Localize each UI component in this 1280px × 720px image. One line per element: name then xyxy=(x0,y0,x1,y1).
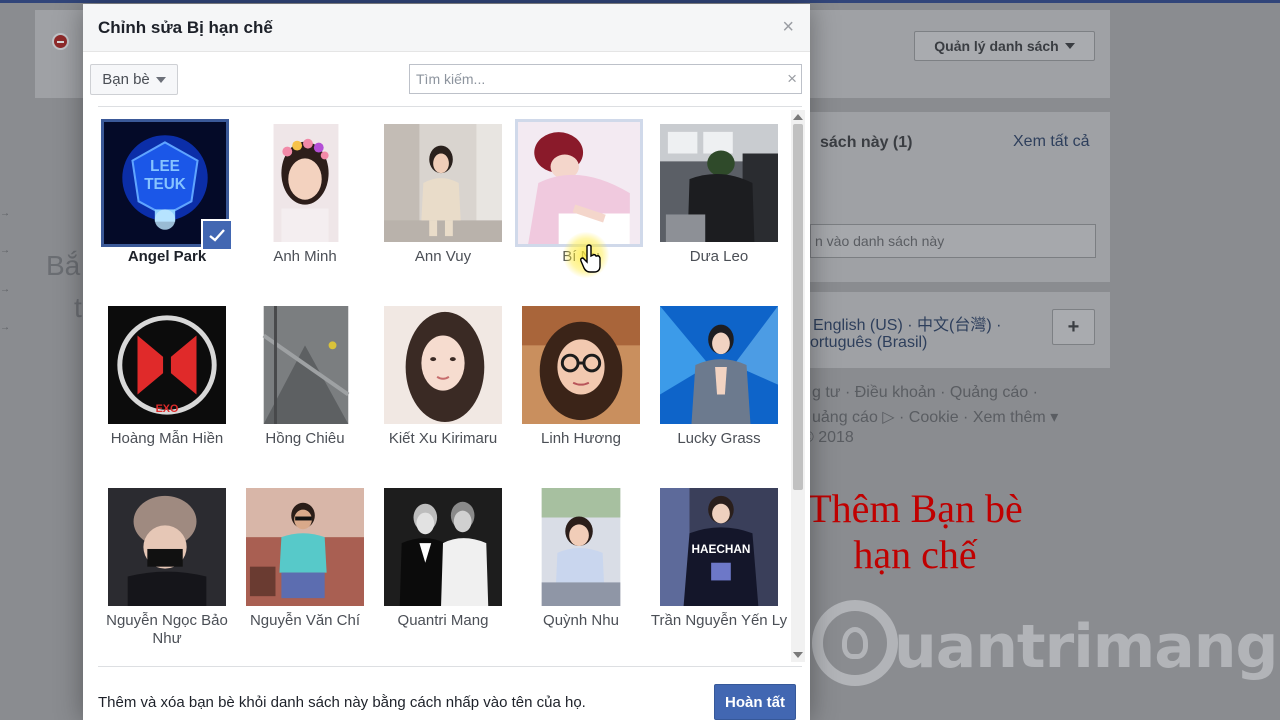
dialog-instruction: Thêm và xóa bạn bè khỏi danh sách này bằ… xyxy=(98,694,586,711)
language-links[interactable]: English (US) · 中文(台灣) · xyxy=(813,311,1001,335)
friend-name: Angel Park xyxy=(127,248,207,265)
friend-name: Trần Nguyễn Yến Ly xyxy=(650,612,788,629)
language-links-2[interactable]: ortuguês (Brasil) xyxy=(810,334,927,352)
divider xyxy=(98,666,802,667)
watermark-logo: uantrimang xyxy=(812,597,1278,689)
friend-item[interactable]: Hồng Chiêu xyxy=(236,298,374,468)
friend-item[interactable]: LEE TEUK Angel Park xyxy=(98,116,236,286)
side-arrow-icon: → xyxy=(0,322,10,333)
friend-name: Dưa Leo xyxy=(689,248,749,265)
friend-name: Quantri Mang xyxy=(397,612,489,629)
svg-text:TEUK: TEUK xyxy=(144,176,186,193)
add-language-button[interactable]: + xyxy=(1052,309,1095,345)
friend-photo xyxy=(384,124,502,242)
friend-photo xyxy=(522,306,640,424)
friend-item[interactable]: Ann Vuy xyxy=(374,116,512,286)
svg-text:LEE: LEE xyxy=(150,158,180,175)
friend-name: Linh Hương xyxy=(541,430,621,447)
annotation-line-2: hạn chế xyxy=(853,532,977,577)
friend-item[interactable]: Dưa Leo xyxy=(650,116,788,286)
friend-name: Kiết Xu Kirimaru xyxy=(388,430,498,447)
tutorial-annotation: Thêm Bạn bè hạn chế xyxy=(790,486,1040,578)
friend-item[interactable]: EXO Hoàng Mẫn Hiền xyxy=(98,298,236,468)
friend-photo: HAECHAN xyxy=(660,488,778,606)
dialog-title: Chỉnh sửa Bị hạn chế xyxy=(98,18,273,37)
friend-item[interactable]: Nguyễn Ngọc Bảo Như xyxy=(98,480,236,650)
friend-grid: LEE TEUK Angel Park Anh Minh Ann Vuy Dưa… xyxy=(98,116,790,664)
scroll-up-icon[interactable] xyxy=(793,114,803,120)
scroll-down-icon[interactable] xyxy=(793,652,803,658)
done-button[interactable]: Hoàn tất xyxy=(714,684,796,720)
side-arrow-icon: → xyxy=(0,284,10,295)
add-to-list-input[interactable]: n vào danh sách này xyxy=(810,224,1096,258)
hand-cursor-icon xyxy=(580,244,601,273)
friend-grid-scrollbar[interactable] xyxy=(791,110,805,662)
friend-name: Anh Minh xyxy=(273,248,337,265)
friend-photo xyxy=(108,488,226,606)
footer-links-1[interactable]: g tư · Điều khoản · Quảng cáo · xyxy=(812,384,1038,402)
svg-text:HAECHAN: HAECHAN xyxy=(691,542,750,556)
clear-search-icon[interactable]: × xyxy=(787,69,797,89)
friend-photo xyxy=(246,124,364,242)
top-navigation-bar xyxy=(0,0,1280,3)
friend-name: Ann Vuy xyxy=(414,248,472,265)
footer-links-2[interactable]: uảng cáo ▷ · Cookie · Xem thêm ▾ xyxy=(812,407,1058,427)
friend-photo: EXO xyxy=(108,306,226,424)
friend-name: Lucky Grass xyxy=(677,430,761,447)
friend-photo xyxy=(660,124,778,242)
friend-item[interactable]: Linh Hương xyxy=(512,298,650,468)
manage-list-button[interactable]: Quản lý danh sách xyxy=(914,31,1095,61)
list-members-title: sách này (1) xyxy=(820,134,913,151)
background-heading-fragment-2: t xyxy=(74,292,82,323)
dialog-header: Chỉnh sửa Bị hạn chế × xyxy=(83,4,810,52)
friend-photo xyxy=(522,488,640,606)
side-arrow-icon: → xyxy=(0,208,10,219)
friend-photo xyxy=(384,488,502,606)
friends-filter-dropdown[interactable]: Bạn bè xyxy=(90,64,178,95)
friend-item[interactable]: HAECHAN Trần Nguyễn Yến Ly xyxy=(650,480,788,650)
friend-item[interactable]: Quantri Mang xyxy=(374,480,512,650)
friend-item[interactable]: Anh Minh xyxy=(236,116,374,286)
checkmark-icon xyxy=(201,219,233,251)
friend-name: Hồng Chiêu xyxy=(265,430,345,447)
filter-label: Bạn bè xyxy=(102,71,150,88)
chevron-down-icon xyxy=(155,76,166,83)
see-all-link[interactable]: Xem tất cả xyxy=(1013,133,1089,151)
side-arrow-icon: → xyxy=(0,245,10,256)
watermark-text: uantrimang xyxy=(894,612,1278,682)
background-heading-fragment: Bắ xyxy=(46,250,81,281)
search-box: × xyxy=(409,64,802,94)
svg-text:EXO: EXO xyxy=(156,403,179,415)
chevron-down-icon xyxy=(1064,43,1075,49)
friend-name: Nguyễn Ngọc Bảo Như xyxy=(106,612,228,647)
scrollbar-thumb[interactable] xyxy=(793,124,803,490)
friend-item[interactable]: Kiết Xu Kirimaru xyxy=(374,298,512,468)
friend-name: Hoàng Mẫn Hiền xyxy=(110,430,224,447)
friend-item[interactable]: Nguyễn Văn Chí xyxy=(236,480,374,650)
annotation-line-1: Thêm Bạn bè xyxy=(807,486,1023,531)
friend-photo xyxy=(660,306,778,424)
close-icon[interactable]: × xyxy=(782,16,794,39)
friend-photo xyxy=(246,488,364,606)
divider xyxy=(98,106,802,107)
friend-photo xyxy=(384,306,502,424)
search-input[interactable] xyxy=(410,65,770,93)
restricted-icon xyxy=(52,33,69,50)
edit-restricted-dialog: Chỉnh sửa Bị hạn chế × Bạn bè × LEE TEUK xyxy=(83,4,810,720)
friend-photo xyxy=(246,306,364,424)
friend-photo xyxy=(515,119,643,247)
lightbulb-icon xyxy=(812,600,898,686)
friend-item[interactable]: Lucky Grass xyxy=(650,298,788,468)
friend-name: Quỳnh Nhu xyxy=(543,612,619,629)
friend-item[interactable]: Quỳnh Nhu xyxy=(512,480,650,650)
friend-name: Nguyễn Văn Chí xyxy=(249,612,361,629)
